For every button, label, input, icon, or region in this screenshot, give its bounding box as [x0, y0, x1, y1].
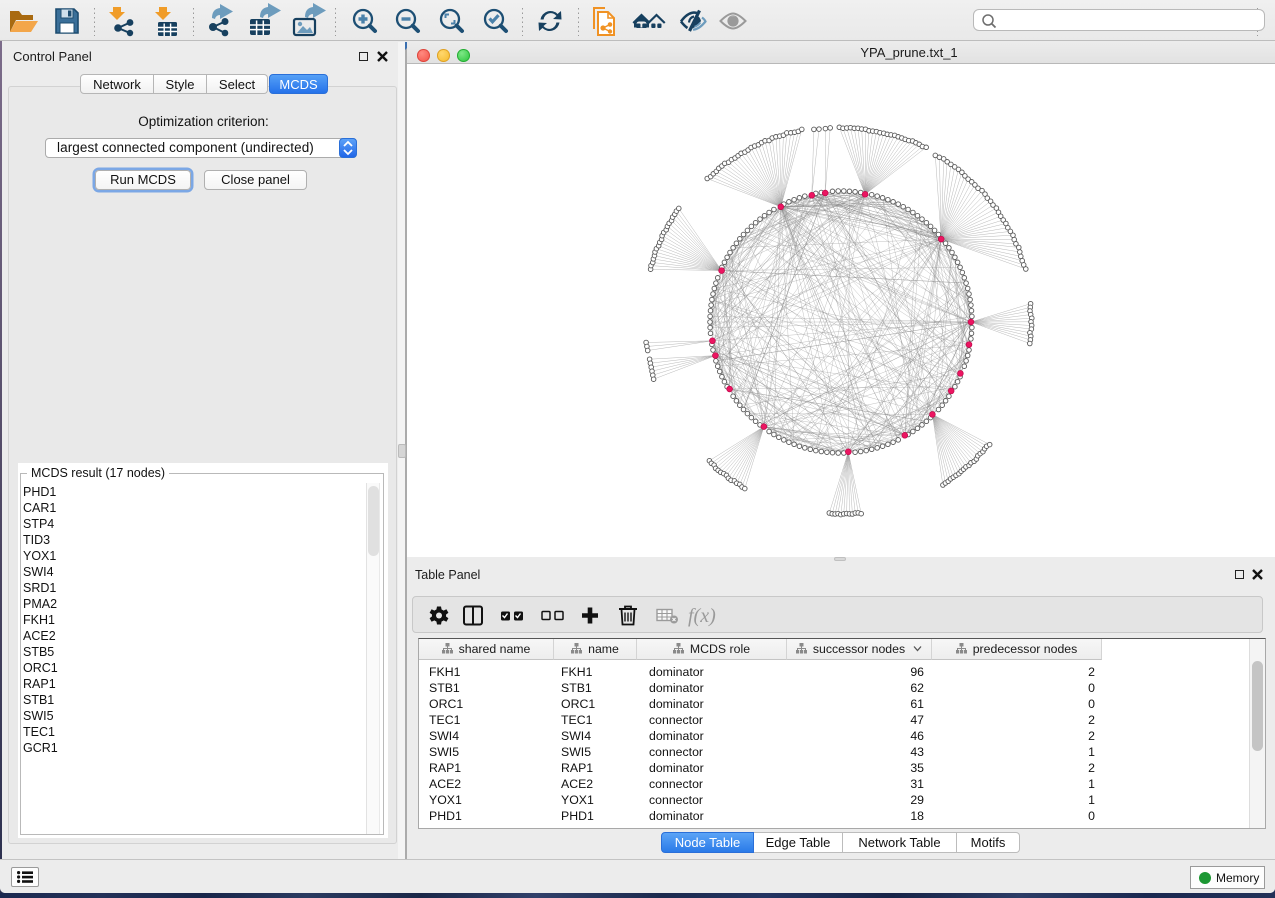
svg-text:f(x): f(x) [688, 605, 716, 627]
